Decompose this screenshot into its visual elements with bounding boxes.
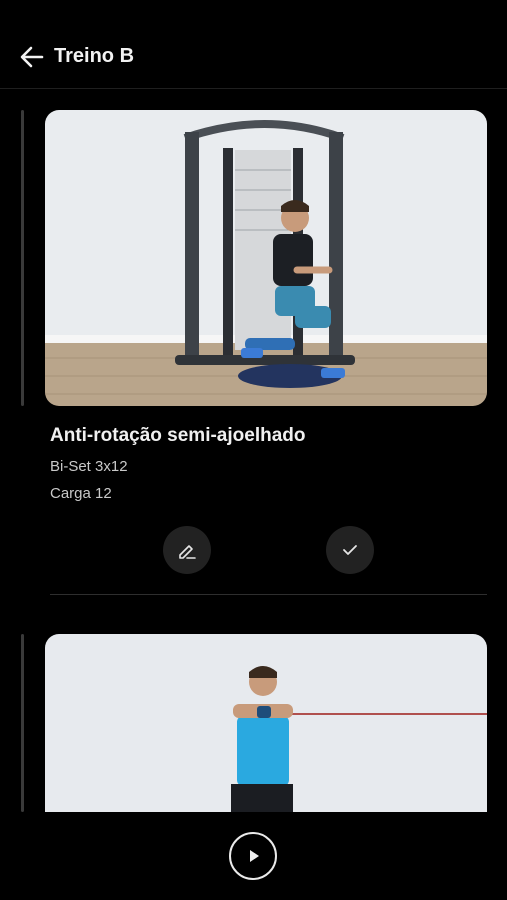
arrow-left-icon [20,46,44,68]
play-button[interactable] [229,832,277,880]
timeline-rail [21,634,24,812]
complete-button[interactable] [326,526,374,574]
app-header: Treino B [0,0,507,89]
exercise-load: Carga 12 [50,485,112,502]
page-title: Treino B [54,45,135,67]
exercise-image[interactable] [45,110,487,406]
back-button[interactable] [18,43,46,71]
card-divider [50,594,487,595]
edit-button[interactable] [163,526,211,574]
exercise-title: Anti-rotação semi-ajoelhado [50,425,306,446]
pencil-icon [179,545,196,559]
timeline-rail [21,110,24,406]
exercise-sets: Bi-Set 3x12 [50,458,128,475]
play-icon [250,850,259,862]
check-icon [343,545,357,555]
exercise-image[interactable] [45,634,487,824]
